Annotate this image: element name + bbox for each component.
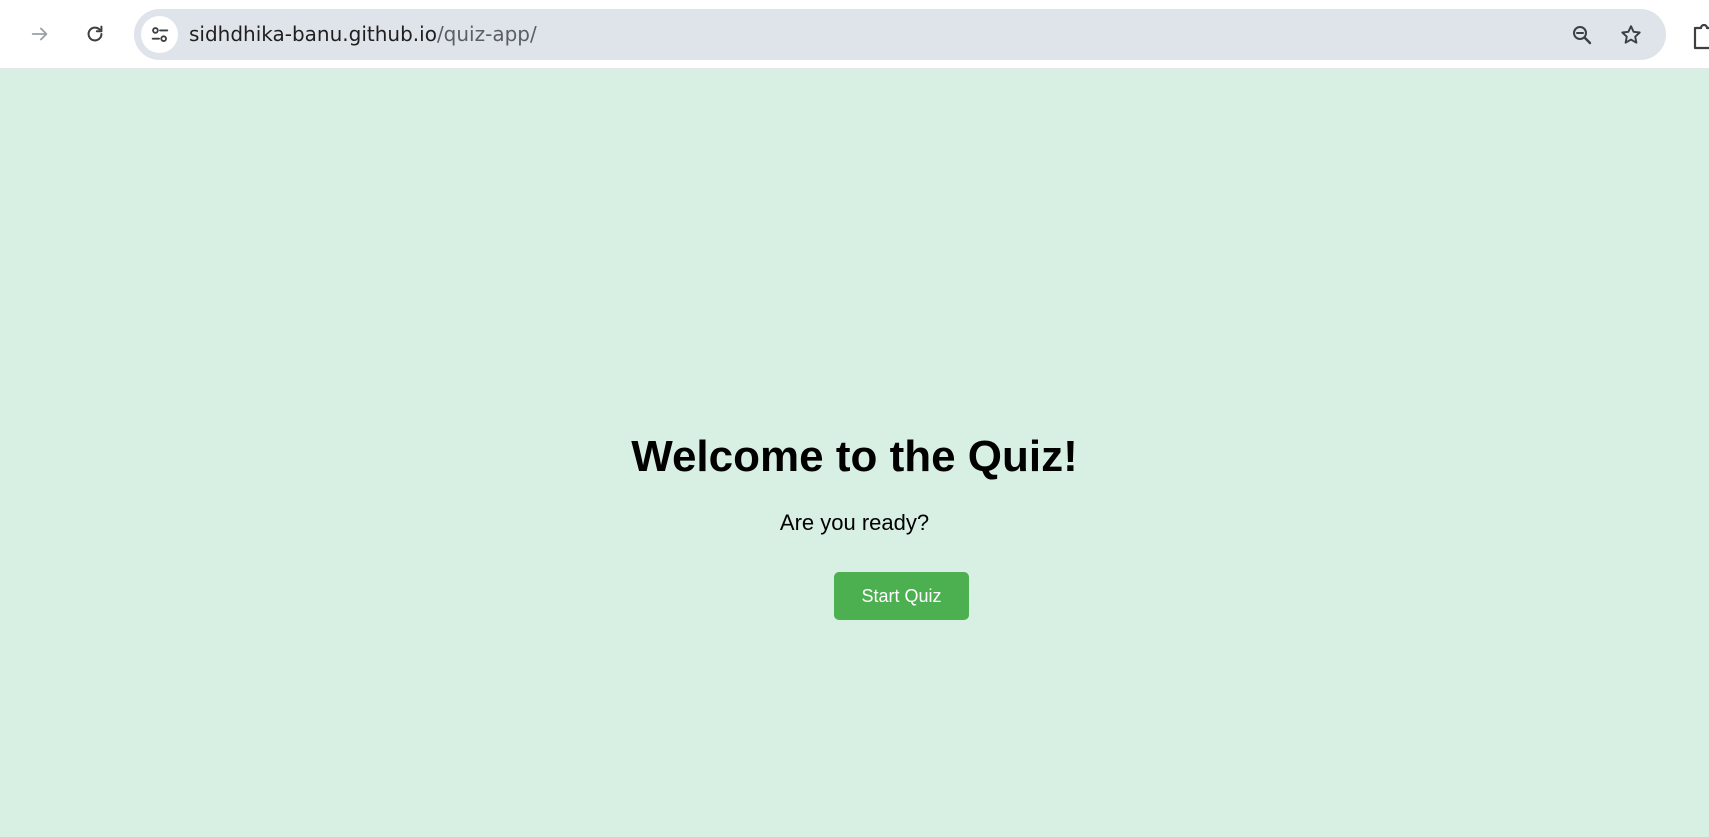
site-info-button[interactable] (141, 16, 178, 53)
url-path: /quiz-app/ (436, 22, 537, 46)
extensions-button[interactable] (1692, 20, 1709, 50)
welcome-heading: Welcome to the Quiz! (631, 432, 1078, 481)
browser-toolbar: sidhdhika-banu.github.io/quiz-app/ (0, 0, 1709, 69)
arrow-forward-icon (31, 27, 48, 41)
ready-prompt: Are you ready? (779, 510, 930, 535)
page-content: Welcome to the Quiz! Are you ready? Star… (0, 69, 1709, 837)
puzzle-icon (1693, 23, 1709, 50)
zoom-button[interactable] (1564, 17, 1600, 53)
address-bar[interactable]: sidhdhika-banu.github.io/quiz-app/ (134, 9, 1666, 60)
reload-button[interactable] (75, 14, 115, 54)
reload-icon (87, 25, 103, 42)
start-quiz-button[interactable]: Start Quiz (834, 572, 969, 620)
url-text[interactable]: sidhdhika-banu.github.io/quiz-app/ (189, 9, 537, 60)
star-icon (1621, 25, 1641, 44)
bookmark-button[interactable] (1613, 17, 1649, 53)
tune-icon (151, 26, 168, 42)
url-host: sidhdhika-banu.github.io (189, 22, 437, 46)
forward-button[interactable] (20, 14, 60, 54)
zoom-out-icon (1573, 26, 1592, 45)
